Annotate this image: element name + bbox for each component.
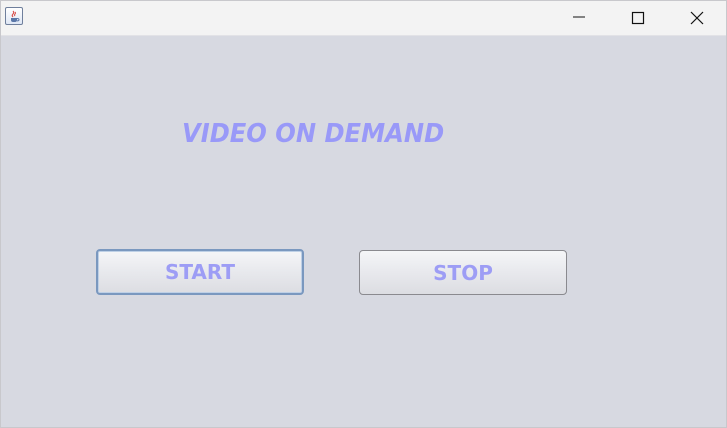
java-icon[interactable] — [5, 7, 23, 25]
page-title: VIDEO ON DEMAND — [182, 119, 445, 149]
maximize-button[interactable] — [609, 1, 667, 35]
minimize-button[interactable] — [550, 1, 608, 35]
minimize-icon — [573, 16, 585, 18]
content-panel: VIDEO ON DEMAND START STOP — [1, 36, 726, 427]
stop-button[interactable]: STOP — [359, 250, 567, 295]
close-icon — [690, 11, 704, 25]
app-window: VIDEO ON DEMAND START STOP — [0, 0, 727, 428]
maximize-icon — [631, 11, 645, 25]
close-button[interactable] — [668, 1, 726, 35]
start-button[interactable]: START — [96, 249, 304, 295]
title-bar[interactable] — [1, 1, 726, 36]
